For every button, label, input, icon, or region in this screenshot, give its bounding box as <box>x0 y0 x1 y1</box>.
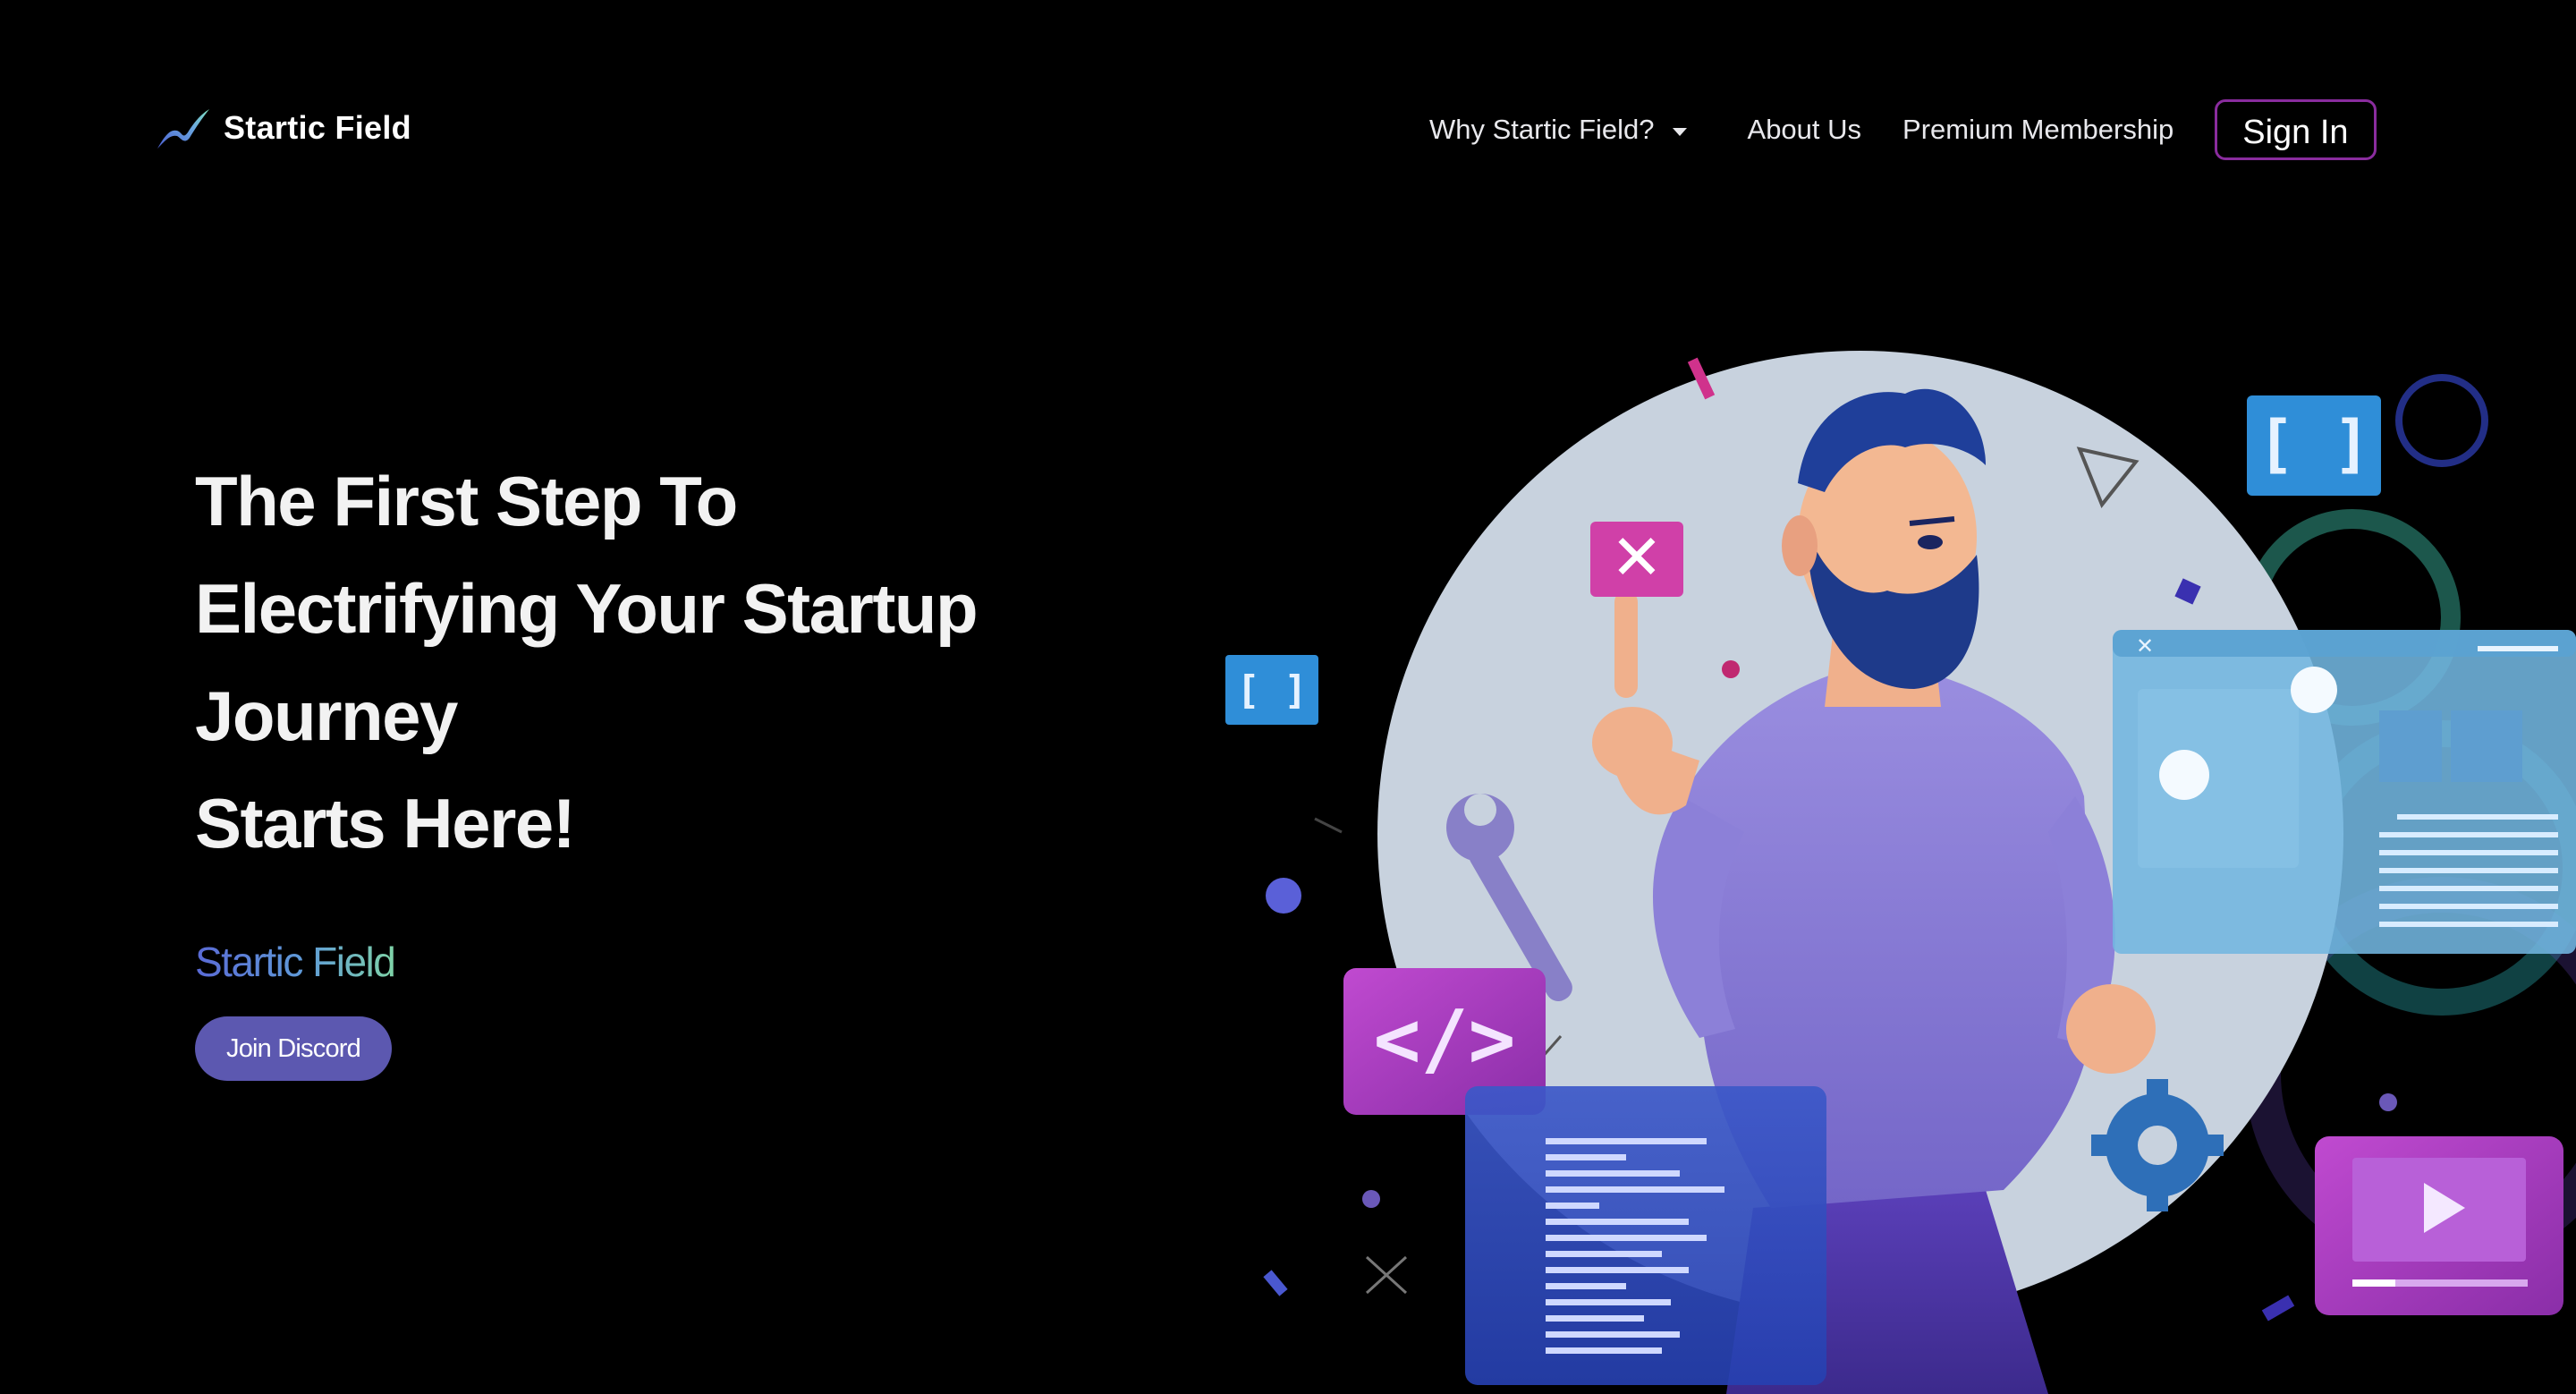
hero-brand-text: Startic Field <box>195 939 396 985</box>
nav-about-link[interactable]: About Us <box>1748 114 1862 146</box>
sign-in-button[interactable]: Sign In <box>2215 99 2377 160</box>
nav-links: Why Startic Field? About Us Premium Memb… <box>1429 98 2377 161</box>
brackets-icon: [ ] <box>1236 667 1307 713</box>
lightning-wave-icon <box>157 109 209 149</box>
hero-title-line: Starts Here! <box>195 784 576 863</box>
confetti-dot <box>1266 878 1301 914</box>
brand-name: Startic Field <box>224 109 411 146</box>
toggle-knob <box>2159 750 2209 800</box>
brackets-icon: [ ] <box>2258 407 2370 480</box>
top-navbar: Startic Field Why Startic Field? About U… <box>0 0 2576 259</box>
hero-title: The First Step To Electrifying Your Star… <box>195 447 979 877</box>
confetti-dot <box>2379 1093 2397 1111</box>
dash-shape <box>1314 817 1343 834</box>
brand-link[interactable]: Startic Field <box>156 106 411 150</box>
toggle-knob <box>2291 667 2337 713</box>
confetti-dot <box>1362 1190 1380 1208</box>
confetti-dot <box>1722 660 1740 678</box>
confetti <box>2261 1295 2295 1322</box>
hero-title-line: Electrifying Your Startup <box>195 569 979 648</box>
landing-page: Startic Field Why Startic Field? About U… <box>0 0 2576 1394</box>
join-discord-button[interactable]: Join Discord <box>195 1016 392 1081</box>
hero-title-line: The First Step To <box>195 462 738 540</box>
nav-why-label: Why Startic Field? <box>1429 114 1655 145</box>
code-icon: </> <box>1374 993 1516 1085</box>
glow-ring <box>2395 374 2488 467</box>
close-icon: ✕ <box>1611 521 1664 594</box>
hero-illustration: [ ] [ ] ✕ </> ✕ <box>1199 331 2576 1394</box>
nav-premium-link[interactable]: Premium Membership <box>1902 114 2174 146</box>
close-icon: ✕ <box>2136 633 2154 659</box>
developer-illustration: [ ] [ ] ✕ </> ✕ <box>1225 351 2576 1394</box>
caret-down-icon <box>1672 127 1687 136</box>
hero-title-line: Journey <box>195 676 458 755</box>
nav-why-dropdown[interactable]: Why Startic Field? <box>1429 114 1687 146</box>
confetti <box>1263 1270 1288 1296</box>
